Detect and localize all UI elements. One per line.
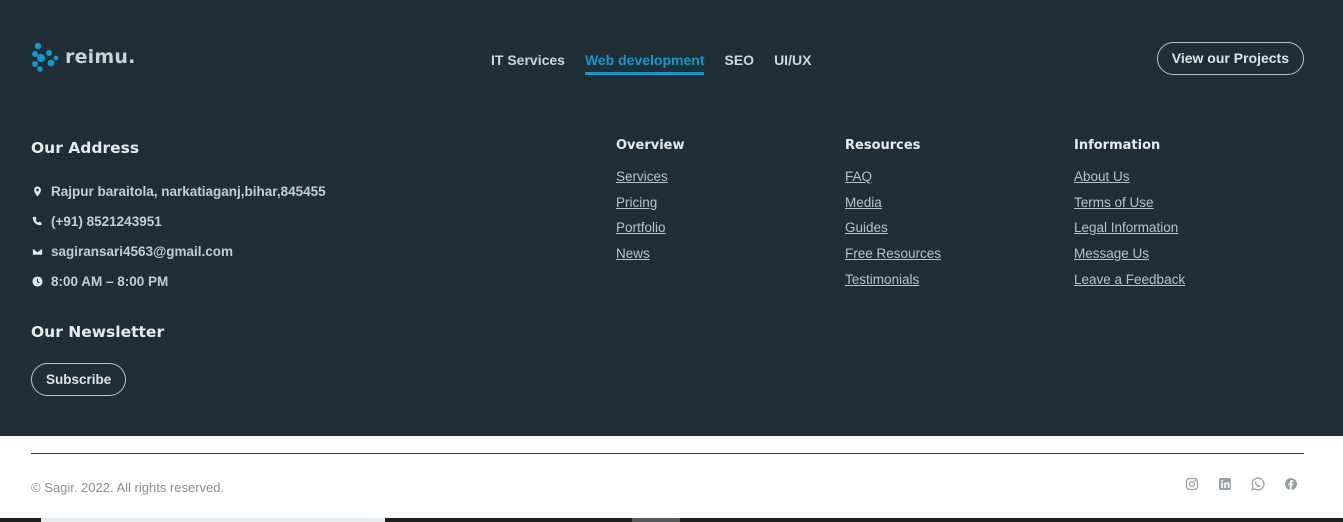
overview-title: Overview [616, 138, 685, 153]
nav-seo[interactable]: SEO [724, 52, 754, 75]
address-hours: 8:00 AM – 8:00 PM [31, 266, 326, 296]
facebook-icon[interactable] [1284, 477, 1298, 491]
brand-name: reimu. [65, 46, 136, 68]
address-email: sagiransari4563@gmail.com [31, 236, 326, 266]
link-leave-feedback[interactable]: Leave a Feedback [1074, 271, 1185, 297]
brand-logo[interactable]: reimu. [31, 42, 136, 72]
browser-bottom-strip [0, 518, 1343, 522]
link-testimonials[interactable]: Testimonials [845, 271, 941, 297]
footer: reimu. IT Services Web development SEO U… [0, 0, 1343, 436]
link-guides[interactable]: Guides [845, 219, 941, 245]
address-phone: (+91) 8521243951 [31, 206, 326, 236]
instagram-icon[interactable] [1185, 477, 1199, 491]
clock-icon [31, 275, 43, 287]
mail-icon [31, 245, 43, 257]
link-free-resources[interactable]: Free Resources [845, 245, 941, 271]
link-faq[interactable]: FAQ [845, 168, 941, 194]
social-links [1185, 477, 1298, 491]
link-pricing[interactable]: Pricing [616, 194, 685, 220]
phone-icon [31, 215, 43, 227]
newsletter-title: Our Newsletter [31, 323, 165, 341]
subscribe-button[interactable]: Subscribe [31, 363, 127, 396]
reimu-logo-icon [32, 42, 59, 72]
whatsapp-icon[interactable] [1251, 477, 1265, 491]
address-title: Our Address [31, 139, 140, 157]
nav-web-development[interactable]: Web development [584, 52, 705, 75]
information-title: Information [1074, 138, 1161, 153]
information-column: Information About Us Terms of Use Legal … [1074, 138, 1185, 296]
link-news[interactable]: News [616, 245, 685, 271]
address-email-text: sagiransari4563@gmail.com [51, 243, 234, 259]
link-media[interactable]: Media [845, 194, 941, 220]
resources-title: Resources [845, 138, 921, 153]
link-portfolio[interactable]: Portfolio [616, 219, 685, 245]
link-about-us[interactable]: About Us [1074, 168, 1185, 194]
link-services[interactable]: Services [616, 168, 685, 194]
address-location-text: Rajpur baraitola, narkatiaganj,bihar,845… [51, 183, 326, 199]
footer-divider [31, 453, 1304, 454]
address-phone-text: (+91) 8521243951 [51, 213, 162, 229]
address-section: Our Address Rajpur baraitola, narkatiaga… [31, 139, 326, 296]
nav-ui-ux[interactable]: UI/UX [774, 52, 811, 75]
nav-it-services[interactable]: IT Services [491, 52, 565, 75]
location-pin-icon [31, 185, 43, 197]
address-hours-text: 8:00 AM – 8:00 PM [51, 273, 169, 289]
overview-column: Overview Services Pricing Portfolio News [616, 138, 685, 271]
top-navigation: IT Services Web development SEO UI/UX [491, 52, 811, 75]
resources-column: Resources FAQ Media Guides Free Resource… [845, 138, 941, 296]
copyright-text: © Sagir. 2022. All rights reserved. [31, 480, 225, 495]
link-legal-information[interactable]: Legal Information [1074, 219, 1185, 245]
link-terms-of-use[interactable]: Terms of Use [1074, 194, 1185, 220]
address-location: Rajpur baraitola, narkatiaganj,bihar,845… [31, 176, 326, 206]
strip-segment [632, 518, 680, 522]
link-message-us[interactable]: Message Us [1074, 245, 1185, 271]
view-projects-button[interactable]: View our Projects [1156, 42, 1304, 75]
strip-segment [41, 518, 385, 522]
linkedin-icon[interactable] [1218, 477, 1232, 491]
